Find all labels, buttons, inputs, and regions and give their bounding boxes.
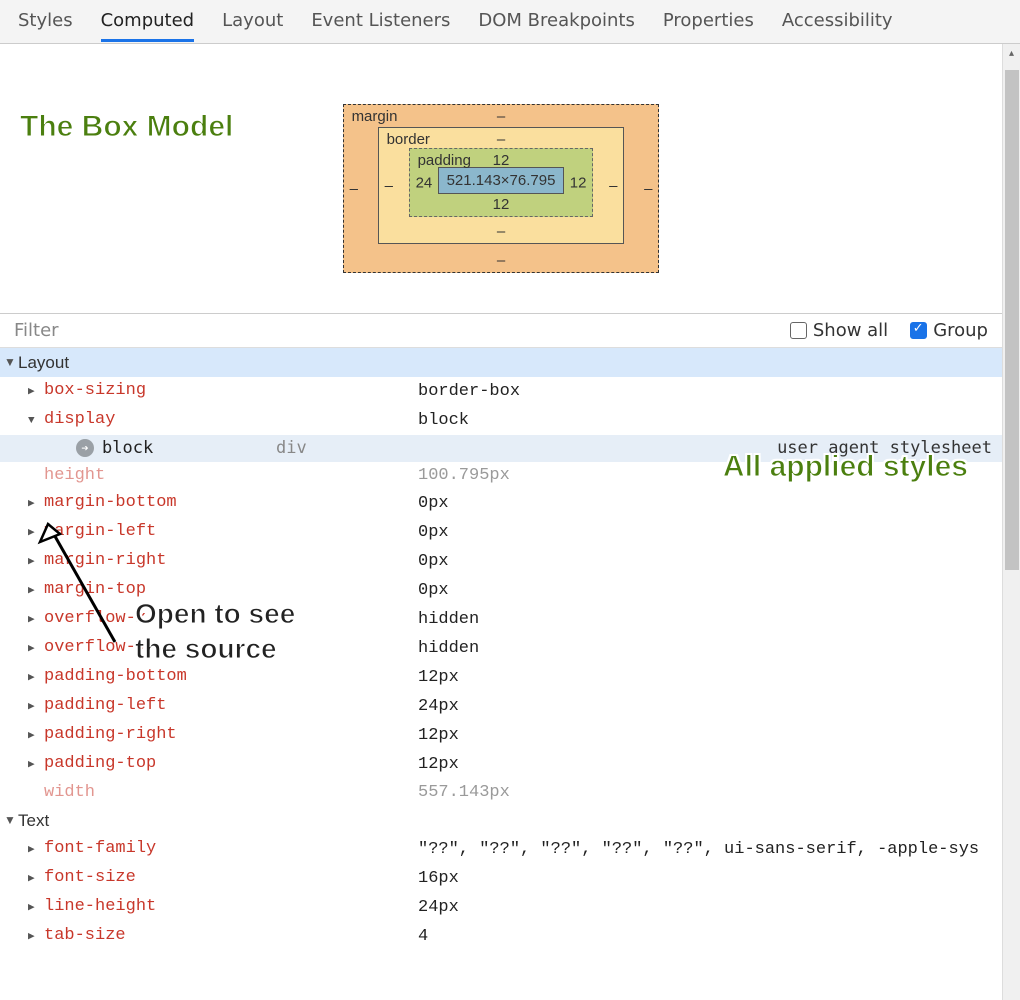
bm-border-left: –	[385, 177, 393, 194]
chevron-down-icon: ▼	[4, 349, 16, 376]
devtools-tabbar: Styles Computed Layout Event Listeners D…	[0, 0, 1020, 44]
chevron-icon: ▶	[28, 379, 38, 406]
checkbox-checked-icon	[910, 322, 927, 339]
group-header[interactable]: ▼Layout	[0, 348, 1002, 377]
tab-computed[interactable]: Computed	[101, 10, 195, 42]
property-row[interactable]: ▶font-family"??", "??", "??", "??", "??"…	[0, 835, 1002, 864]
property-row[interactable]: ▶padding-left24px	[0, 692, 1002, 721]
chevron-icon: ▶	[28, 837, 38, 864]
bm-margin-left: –	[350, 180, 358, 197]
bm-padding-left: 24	[416, 174, 433, 191]
bm-border-bottom: –	[497, 223, 505, 240]
box-model-content[interactable]: 521.143×76.795	[438, 167, 565, 194]
chevron-icon: ▼	[28, 408, 38, 435]
bm-margin-top: –	[497, 108, 505, 125]
chevron-icon: ▶	[28, 636, 38, 663]
chevron-icon: ▶	[28, 607, 38, 634]
property-row[interactable]: ▼displayblock	[0, 406, 1002, 435]
box-model-padding[interactable]: padding 12 24 12 12 521.143×76.795	[409, 148, 594, 217]
bm-padding-right: 12	[570, 174, 587, 191]
property-row[interactable]: ▶font-size16px	[0, 864, 1002, 893]
bm-padding-label: padding	[418, 152, 471, 169]
vertical-scrollbar[interactable]: ▴	[1002, 44, 1020, 1000]
tab-accessibility[interactable]: Accessibility	[782, 10, 893, 42]
filter-bar: Filter Show all Group	[0, 313, 1002, 348]
bm-border-right: –	[609, 177, 617, 194]
computed-properties-list: ▼Layout▶box-sizingborder-box▼displaybloc…	[0, 348, 1002, 951]
tab-event-listeners[interactable]: Event Listeners	[311, 10, 450, 42]
chevron-icon: ▶	[28, 924, 38, 951]
tab-layout[interactable]: Layout	[222, 10, 283, 42]
chevron-icon: ▶	[28, 694, 38, 721]
bm-margin-right: –	[644, 180, 652, 197]
checkbox-icon	[790, 322, 807, 339]
chevron-icon: ▶	[28, 895, 38, 922]
bm-margin-bottom: –	[497, 252, 505, 269]
property-row[interactable]: ▶margin-bottom0px	[0, 489, 1002, 518]
chevron-icon: ▶	[28, 665, 38, 692]
chevron-icon: ▶	[28, 578, 38, 605]
tab-styles[interactable]: Styles	[18, 10, 73, 42]
box-model-diagram: margin – – – – border – – – – padding 12…	[0, 44, 1002, 313]
scrollbar-thumb[interactable]	[1005, 70, 1019, 570]
filter-input[interactable]: Filter	[14, 320, 59, 341]
property-row[interactable]: height100.795px	[0, 462, 1002, 489]
property-row[interactable]: ▶margin-right0px	[0, 547, 1002, 576]
bm-padding-bottom: 12	[493, 196, 510, 213]
tab-properties[interactable]: Properties	[663, 10, 754, 42]
property-row[interactable]: ▶overflow-xhidden	[0, 605, 1002, 634]
group-checkbox[interactable]: Group	[910, 320, 988, 341]
property-row[interactable]: width557.143px	[0, 779, 1002, 806]
chevron-icon: ▶	[28, 491, 38, 518]
group-header[interactable]: ▼Text	[0, 806, 1002, 835]
chevron-icon: ▶	[28, 520, 38, 547]
chevron-icon: ▶	[28, 549, 38, 576]
tab-dom-breakpoints[interactable]: DOM Breakpoints	[478, 10, 634, 42]
goto-icon[interactable]: ➔	[76, 439, 94, 457]
group-label: Group	[933, 320, 988, 341]
chevron-icon: ▶	[28, 723, 38, 750]
bm-padding-top: 12	[493, 152, 510, 169]
chevron-icon: ▶	[28, 866, 38, 893]
box-model-margin[interactable]: margin – – – – border – – – – padding 12…	[343, 104, 660, 273]
show-all-checkbox[interactable]: Show all	[790, 320, 888, 341]
property-row[interactable]: ▶padding-top12px	[0, 750, 1002, 779]
property-row[interactable]: ▶box-sizingborder-box	[0, 377, 1002, 406]
bm-margin-label: margin	[352, 108, 398, 125]
box-model-border[interactable]: border – – – – padding 12 24 12 12 521.1…	[378, 127, 625, 244]
chevron-down-icon: ▼	[4, 807, 16, 834]
bm-border-label: border	[387, 131, 430, 148]
property-row[interactable]: ▶tab-size4	[0, 922, 1002, 951]
property-row[interactable]: ▶padding-right12px	[0, 721, 1002, 750]
property-row[interactable]: ▶margin-top0px	[0, 576, 1002, 605]
show-all-label: Show all	[813, 320, 888, 341]
property-source-row[interactable]: ➔blockdivuser agent stylesheet	[0, 435, 1002, 462]
property-row[interactable]: ▶margin-left0px	[0, 518, 1002, 547]
scroll-up-icon[interactable]: ▴	[1003, 44, 1020, 62]
chevron-icon: ▶	[28, 752, 38, 779]
property-row[interactable]: ▶line-height24px	[0, 893, 1002, 922]
property-row[interactable]: ▶overflow-yhidden	[0, 634, 1002, 663]
property-row[interactable]: ▶padding-bottom12px	[0, 663, 1002, 692]
bm-border-top: –	[497, 131, 505, 148]
